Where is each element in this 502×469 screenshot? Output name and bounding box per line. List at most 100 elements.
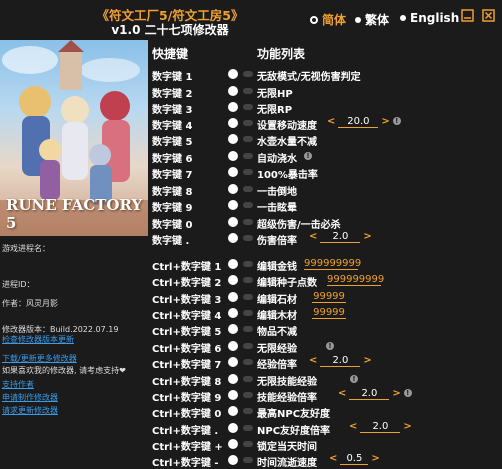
toggle-knob[interactable] — [228, 86, 238, 96]
toggle-knob[interactable] — [228, 275, 238, 285]
stepper-value[interactable]: 20.0 — [338, 116, 379, 128]
stepper-value[interactable]: 2.0 — [320, 355, 361, 367]
decrease-arrow-icon[interactable]: < — [329, 453, 337, 464]
toggle-track[interactable] — [243, 71, 253, 77]
toggle-track[interactable] — [243, 441, 253, 447]
feature-label: 一击眩晕 — [257, 203, 297, 214]
toggle-track[interactable] — [243, 326, 253, 332]
toggle-knob[interactable] — [228, 151, 238, 161]
info-icon[interactable]: ! — [403, 389, 412, 397]
decrease-arrow-icon[interactable]: < — [338, 388, 346, 399]
toggle-knob[interactable] — [228, 455, 238, 465]
toggle-track[interactable] — [243, 261, 253, 267]
toggle-track[interactable] — [243, 294, 253, 300]
increase-arrow-icon[interactable]: > — [363, 231, 371, 242]
value-stepper[interactable]: <2.0 > — [349, 421, 412, 433]
value-stepper[interactable]: <20.0 >! — [327, 116, 401, 128]
toggle-knob[interactable] — [228, 102, 238, 112]
toggle-track[interactable] — [243, 343, 253, 349]
decrease-arrow-icon[interactable]: < — [327, 116, 335, 127]
radio-icon — [310, 15, 318, 24]
toggle-track[interactable] — [243, 219, 253, 225]
feature-label: 编辑金钱 — [257, 262, 297, 273]
increase-arrow-icon[interactable]: > — [371, 453, 379, 464]
value-input[interactable]: 999999999 — [327, 274, 384, 286]
cheat-row: 数字键 9 一击眩晕 — [152, 198, 502, 214]
toggle-track[interactable] — [243, 235, 253, 241]
feature-label: NPC友好度倍率 — [257, 426, 331, 437]
info-icon[interactable]: ! — [392, 117, 401, 125]
toggle-track[interactable] — [243, 392, 253, 398]
decrease-arrow-icon[interactable]: < — [309, 355, 317, 366]
value-stepper[interactable]: <2.0 > — [309, 355, 372, 367]
stepper-value[interactable]: 2.0 — [349, 388, 390, 400]
stepper-value[interactable]: 0.5 — [340, 453, 369, 465]
minimize-icon[interactable] — [461, 9, 474, 22]
value-input[interactable]: 99999 — [312, 307, 346, 319]
lang-traditional[interactable]: 繁体 — [355, 11, 389, 28]
value-stepper[interactable]: <2.0 > — [309, 231, 372, 243]
request-trainer-link[interactable]: 申请制作修改器 — [2, 392, 58, 403]
toggle-track[interactable] — [243, 186, 253, 192]
toggle-track[interactable] — [243, 202, 253, 208]
toggle-track[interactable] — [243, 359, 253, 365]
toggle-knob[interactable] — [228, 324, 238, 334]
request-update-link[interactable]: 请求更新修改器 — [2, 405, 58, 416]
toggle-track[interactable] — [243, 310, 253, 316]
toggle-knob[interactable] — [228, 259, 238, 269]
value-stepper[interactable]: <0.5 > — [329, 453, 380, 465]
toggle-knob[interactable] — [228, 439, 238, 449]
close-icon[interactable] — [482, 9, 495, 22]
lang-simplified[interactable]: 简体 — [310, 11, 346, 28]
increase-arrow-icon[interactable]: > — [392, 388, 400, 399]
toggle-track[interactable] — [243, 120, 253, 126]
toggle-knob[interactable] — [228, 200, 238, 210]
increase-arrow-icon[interactable]: > — [363, 355, 371, 366]
toggle-track[interactable] — [243, 104, 253, 110]
toggle-track[interactable] — [243, 136, 253, 142]
toggle-knob[interactable] — [228, 217, 238, 227]
support-author-link[interactable]: 支持作者 — [2, 379, 34, 390]
check-update-link[interactable]: 检查修改器版本更新 — [2, 334, 74, 345]
toggle-track[interactable] — [243, 425, 253, 431]
toggle-track[interactable] — [243, 408, 253, 414]
toggle-knob[interactable] — [228, 390, 238, 400]
download-link[interactable]: 下载/更新更多修改器 — [2, 353, 77, 364]
toggle-knob[interactable] — [228, 134, 238, 144]
toggle-knob[interactable] — [228, 308, 238, 318]
toggle-track[interactable] — [243, 88, 253, 94]
toggle-track[interactable] — [243, 277, 253, 283]
info-icon[interactable]: ! — [304, 152, 312, 160]
toggle-knob[interactable] — [228, 167, 238, 177]
toggle-track[interactable] — [243, 376, 253, 382]
toggle-knob[interactable] — [228, 292, 238, 302]
info-icon[interactable]: ! — [326, 342, 334, 350]
cheat-row: 数字键 7 100%暴击率 — [152, 165, 502, 181]
toggle-knob[interactable] — [228, 233, 238, 243]
toggle-knob[interactable] — [228, 184, 238, 194]
toggle-track[interactable] — [243, 457, 253, 463]
stepper-value[interactable]: 2.0 — [320, 231, 361, 243]
cheat-row: Ctrl+数字键 4 编辑木材 99999 — [152, 306, 502, 322]
toggle-track[interactable] — [243, 153, 253, 159]
lang-english[interactable]: English — [400, 11, 459, 25]
toggle-track[interactable] — [243, 169, 253, 175]
toggle-knob[interactable] — [228, 118, 238, 128]
decrease-arrow-icon[interactable]: < — [349, 421, 357, 432]
increase-arrow-icon[interactable]: > — [381, 116, 389, 127]
feature-label: 无限HP — [257, 89, 293, 100]
toggle-knob[interactable] — [228, 406, 238, 416]
toggle-knob[interactable] — [228, 423, 238, 433]
value-input[interactable]: 99999 — [312, 291, 346, 303]
toggle-knob[interactable] — [228, 69, 238, 79]
info-icon[interactable]: ! — [350, 375, 358, 383]
increase-arrow-icon[interactable]: > — [403, 421, 411, 432]
toggle-knob[interactable] — [228, 357, 238, 367]
stepper-value[interactable]: 2.0 — [360, 421, 401, 433]
decrease-arrow-icon[interactable]: < — [309, 231, 317, 242]
toggle-knob[interactable] — [228, 341, 238, 351]
value-input[interactable]: 999999999 — [304, 258, 361, 270]
hotkey-label: Ctrl+数字键 2 — [152, 278, 222, 289]
toggle-knob[interactable] — [228, 374, 238, 384]
value-stepper[interactable]: <2.0 >! — [338, 388, 412, 400]
